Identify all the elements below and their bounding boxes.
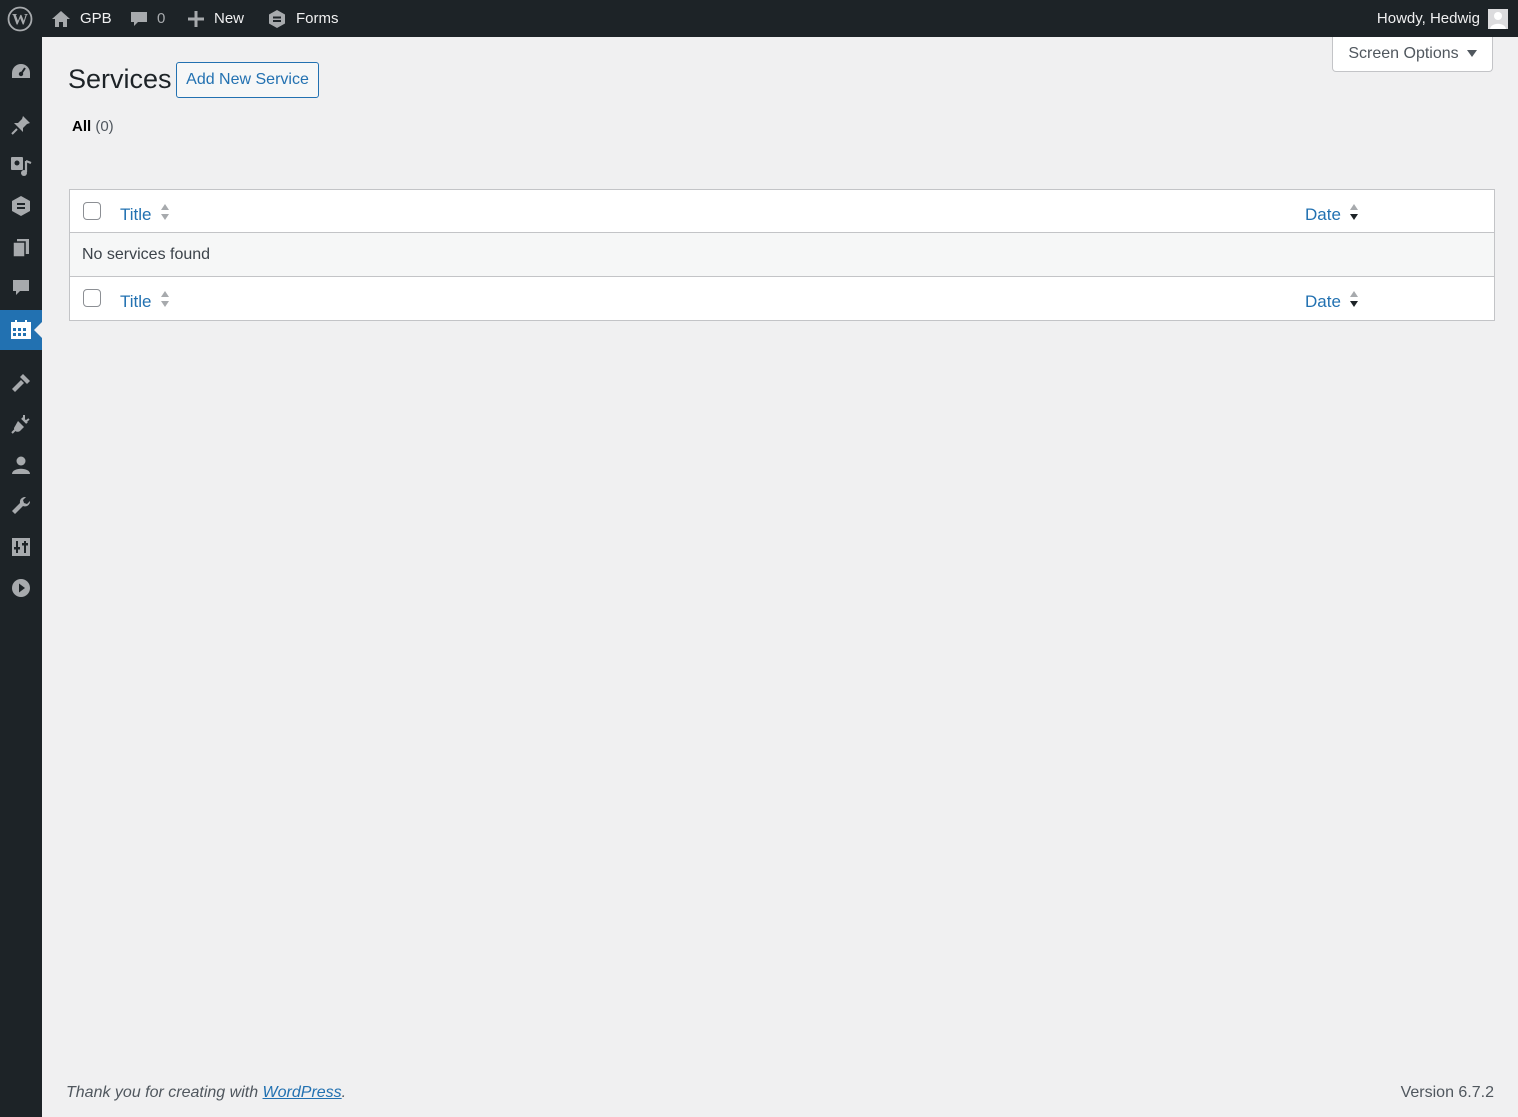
title-column-label: Title <box>120 291 152 311</box>
date-column-label: Date <box>1305 204 1341 224</box>
wordpress-link[interactable]: WordPress <box>263 1084 342 1101</box>
comments-link[interactable]: 0 <box>130 0 165 37</box>
calendar-icon[interactable] <box>0 310 42 350</box>
footer-thankyou: Thank you for creating with WordPress. <box>66 1084 346 1102</box>
forms-label: Forms <box>296 10 339 27</box>
comment-bubble-icon <box>130 10 148 28</box>
new-content-link[interactable]: New <box>188 0 244 37</box>
filter-all-count: (0) <box>95 118 114 135</box>
admin-bar: W GPB 0 New Forms Howdy, Hedwig <box>0 0 1518 37</box>
screen-options-label: Screen Options <box>1348 45 1459 62</box>
sort-indicator-icon <box>160 289 170 314</box>
site-name-link[interactable]: GPB <box>51 0 112 37</box>
home-icon <box>51 9 71 29</box>
appearance-icon[interactable] <box>0 365 42 401</box>
avatar <box>1488 8 1508 29</box>
dashboard-icon[interactable] <box>0 54 42 90</box>
sort-indicator-icon <box>1349 202 1359 227</box>
wordpress-logo-icon[interactable]: W <box>7 0 33 37</box>
my-account-link[interactable]: Howdy, Hedwig <box>1377 0 1508 37</box>
new-label: New <box>214 10 245 27</box>
no-items-row: No services found <box>70 233 1494 276</box>
add-new-service-button[interactable]: Add New Service <box>176 62 319 98</box>
screen-options-button[interactable]: Screen Options <box>1332 37 1493 72</box>
plugins-icon[interactable] <box>0 406 42 442</box>
tools-icon[interactable] <box>0 488 42 524</box>
page-title: Services <box>68 64 172 94</box>
select-all-checkbox[interactable] <box>83 202 101 220</box>
sort-date-column-footer[interactable]: Date <box>1305 289 1359 314</box>
sort-title-column-footer[interactable]: Title <box>120 289 170 314</box>
users-icon[interactable] <box>0 447 42 483</box>
gravity-forms-icon <box>267 9 287 29</box>
svg-text:W: W <box>12 11 28 28</box>
media-icon[interactable] <box>0 148 42 184</box>
play-icon[interactable] <box>0 570 42 606</box>
date-column-label: Date <box>1305 291 1341 311</box>
footer-thanks-suffix: . <box>341 1084 347 1101</box>
filter-all-link[interactable]: All <box>72 118 91 135</box>
sort-title-column[interactable]: Title <box>120 202 170 227</box>
admin-sidebar <box>0 37 42 1117</box>
forms-link[interactable]: Forms <box>267 0 339 37</box>
footer-version: Version 6.7.2 <box>1400 1084 1494 1101</box>
site-name-label: GPB <box>80 10 112 27</box>
comments-icon[interactable] <box>0 270 42 306</box>
services-table: Title Date No services found Title Date <box>69 189 1495 321</box>
howdy-label: Howdy, Hedwig <box>1376 10 1480 27</box>
footer-thanks-text: Thank you for creating with <box>66 1084 263 1101</box>
sort-indicator-icon <box>160 202 170 227</box>
title-column-label: Title <box>120 204 152 224</box>
pin-icon[interactable] <box>0 107 42 143</box>
table-header-row: Title Date <box>70 190 1494 233</box>
settings-icon[interactable] <box>0 529 42 565</box>
sort-date-column[interactable]: Date <box>1305 202 1359 227</box>
sort-indicator-icon <box>1349 289 1359 314</box>
caret-down-icon <box>1466 45 1477 63</box>
pages-icon[interactable] <box>0 230 42 266</box>
comments-count: 0 <box>157 10 166 27</box>
plus-icon <box>188 10 204 27</box>
empty-message: No services found <box>82 246 211 263</box>
forms-icon[interactable] <box>0 188 42 224</box>
status-filter-links: All (0) <box>72 118 114 135</box>
table-footer-row: Title Date <box>70 276 1494 320</box>
select-all-checkbox-footer[interactable] <box>83 289 101 307</box>
